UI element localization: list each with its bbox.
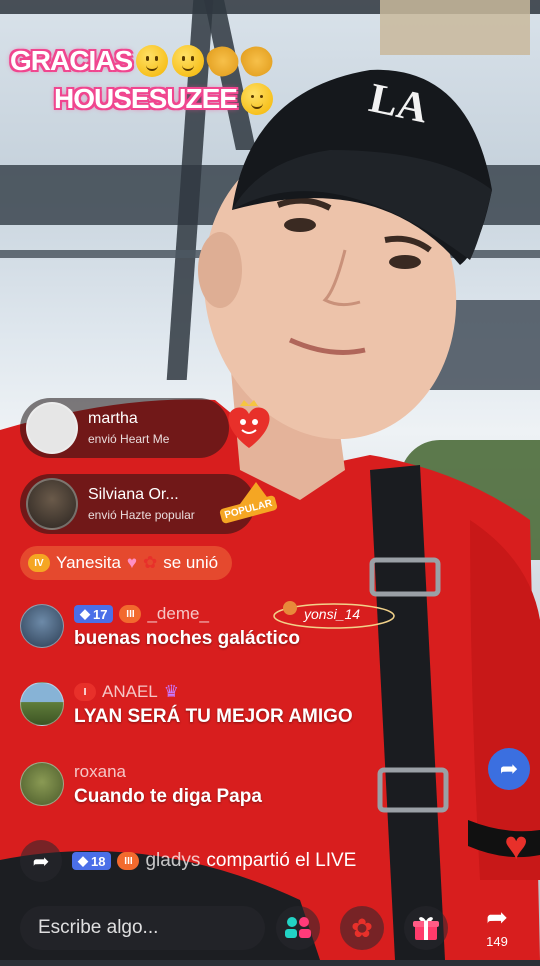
gift-action: envió Heart Me (88, 432, 170, 446)
forward-icon: ➦ (499, 756, 519, 781)
joined-text: se unió (163, 553, 219, 572)
share-event: ➦ ◆ 18 III gladys compartió el LIVE (20, 840, 356, 882)
avatar (20, 762, 64, 806)
joined-user-name: Yanesita (56, 553, 121, 572)
share-arrow-icon: ➦ (20, 840, 62, 882)
chat-message[interactable]: roxana Cuando te diga Papa (20, 762, 262, 808)
gift-action: envió Hazte popular (88, 508, 195, 522)
gift-notification[interactable]: Silviana Or... envió Hazte popular POPUL… (20, 474, 278, 534)
share-count: 149 (486, 934, 508, 949)
clapping-hands-emoji-icon (237, 41, 278, 81)
diamond-icon: ◆ (78, 853, 88, 868)
rose-button[interactable]: ✿ (340, 906, 384, 950)
forward-button[interactable]: ➦ 149 (472, 902, 522, 958)
smiling-hearts-emoji-icon (240, 83, 273, 115)
heart-emoji-icon: ♥ (126, 553, 137, 572)
chat-text: Cuando te diga Papa (74, 786, 262, 807)
crown-emoji-icon: ♛ (163, 682, 179, 701)
comment-input[interactable]: Escribe algo... (20, 906, 265, 950)
diamond-icon: ◆ (80, 606, 90, 621)
hazte-popular-gift-icon: POPULAR (219, 482, 278, 525)
chat-text: buenas noches galáctico (74, 628, 300, 649)
pleading-face-emoji-icon (172, 45, 205, 77)
chat-user-name: roxana (74, 762, 126, 781)
gift-sender-name: Silviana Or... (88, 486, 179, 503)
share-user-name: gladys (145, 850, 201, 871)
fan-badge: III (119, 605, 142, 623)
heart-icon: ♥ (504, 824, 528, 868)
gift-sender-name: martha (88, 410, 138, 427)
bottom-bar: Escribe algo... ✿ ➦ 149 (0, 896, 540, 966)
pleading-face-emoji-icon (136, 45, 169, 77)
share-button[interactable]: ➦ (488, 748, 530, 790)
rose-emoji-icon: ✿ (143, 553, 158, 572)
heart-me-gift-icon (228, 400, 270, 448)
fan-badge: I (74, 683, 96, 701)
thanks-overlay: GRACIAS HOUSESUZEE (10, 41, 278, 118)
multi-guest-icon (285, 917, 311, 938)
clapping-hands-emoji-icon (203, 41, 244, 81)
chat-list: ◆ 17 III _deme_ buenas noches galáctico (20, 604, 300, 650)
gift-button[interactable] (404, 906, 448, 950)
level-badge: ◆ 18 (72, 852, 112, 870)
rose-icon: ✿ (351, 912, 373, 943)
overlay-line-1: GRACIAS (10, 45, 133, 76)
chat-list: roxana Cuando te diga Papa (20, 762, 262, 808)
avatar (26, 478, 78, 530)
chat-user-name: _deme_ (147, 604, 209, 623)
avatar (20, 682, 64, 726)
gift-notification[interactable]: martha envió Heart Me (20, 398, 270, 458)
forward-icon: ➦ (486, 902, 508, 932)
level-badge: IV (28, 554, 50, 572)
chat-list: I ANAEL ♛ LYAN SERÁ TU MEJOR AMIGO (20, 682, 353, 728)
user-joined-notice: IV Yanesita ♥ ✿ se unió (20, 546, 233, 580)
watermark-text: yonsi_14 (304, 606, 361, 622)
gift-icon (413, 917, 439, 940)
avatar (20, 604, 64, 648)
multi-guest-button[interactable] (276, 906, 320, 950)
chat-user-name: ANAEL (102, 682, 158, 701)
overlay-line-2: HOUSESUZEE (54, 83, 238, 114)
share-text: compartió el LIVE (206, 850, 357, 871)
chat-message[interactable]: ◆ 17 III _deme_ buenas noches galáctico (20, 604, 300, 650)
chat-message[interactable]: I ANAEL ♛ LYAN SERÁ TU MEJOR AMIGO (20, 682, 353, 728)
level-badge: ◆ 17 (74, 605, 114, 623)
fan-badge: III (117, 852, 140, 870)
avatar (26, 402, 78, 454)
chat-text: LYAN SERÁ TU MEJOR AMIGO (74, 706, 353, 727)
